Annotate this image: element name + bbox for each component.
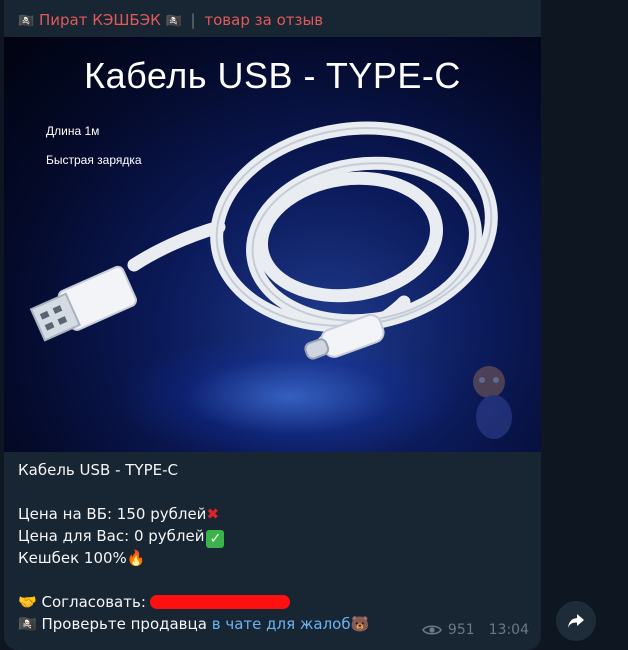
fire-icon: 🔥 [126, 549, 146, 567]
mascot-watermark-icon [473, 366, 512, 439]
share-button[interactable] [556, 601, 596, 641]
pirate-flag-icon: 🏴‍☠️ [18, 14, 35, 29]
header-separator: | [190, 11, 196, 29]
product-photo[interactable]: Кабель USB - TYPE-C Длина 1м Быстрая зар… [4, 37, 541, 452]
check-seller-text: Проверьте продавца [41, 615, 207, 633]
channel-header[interactable]: 🏴‍☠️ Пират КЭШБЭК 🏴‍☠️ | товар за отзыв [18, 8, 323, 32]
complaints-chat-link[interactable]: в чате для жалоб [212, 615, 351, 633]
message-time: 13:04 [488, 622, 529, 638]
redacted-contact[interactable] [149, 595, 290, 609]
cable-illustration [29, 121, 512, 439]
pirate-flag-icon: 🏴‍☠️ [18, 615, 37, 633]
pirate-flag-icon: 🏴‍☠️ [165, 14, 182, 29]
eye-icon [421, 625, 442, 635]
message-meta: 951 13:04 [421, 622, 529, 638]
cashback-line: Кешбек 100%🔥 [18, 547, 533, 569]
caption-title: Кабель USB - TYPE-C [18, 461, 178, 479]
handshake-icon: 🤝 [18, 593, 37, 611]
price-wb: Цена на ВБ: 150 рублей [18, 505, 207, 523]
channel-name: Пират КЭШБЭК [38, 11, 161, 29]
cross-mark-icon: ✖ [206, 505, 220, 523]
check-mark-icon: ✓ [206, 530, 225, 548]
price-wb-line: Цена на ВБ: 150 рублей✖ [18, 503, 533, 525]
message-caption: Кабель USB - TYPE-C Цена на ВБ: 150 рубл… [18, 459, 533, 635]
message-bubble: 🏴‍☠️ Пират КЭШБЭК 🏴‍☠️ | товар за отзыв … [4, 0, 541, 650]
views-count: 951 [447, 622, 475, 638]
price-you: Цена для Вас: 0 рублей [18, 527, 205, 545]
cashback: Кешбек 100% [18, 549, 127, 567]
price-you-line: Цена для Вас: 0 рублей ✓ [18, 525, 533, 548]
bear-icon: 🐻 [350, 615, 370, 633]
agree-label: Согласовать: [41, 593, 146, 611]
header-suffix: товар за отзыв [204, 11, 324, 29]
agree-line: 🤝 Согласовать: [18, 591, 533, 613]
share-arrow-icon [568, 614, 584, 628]
